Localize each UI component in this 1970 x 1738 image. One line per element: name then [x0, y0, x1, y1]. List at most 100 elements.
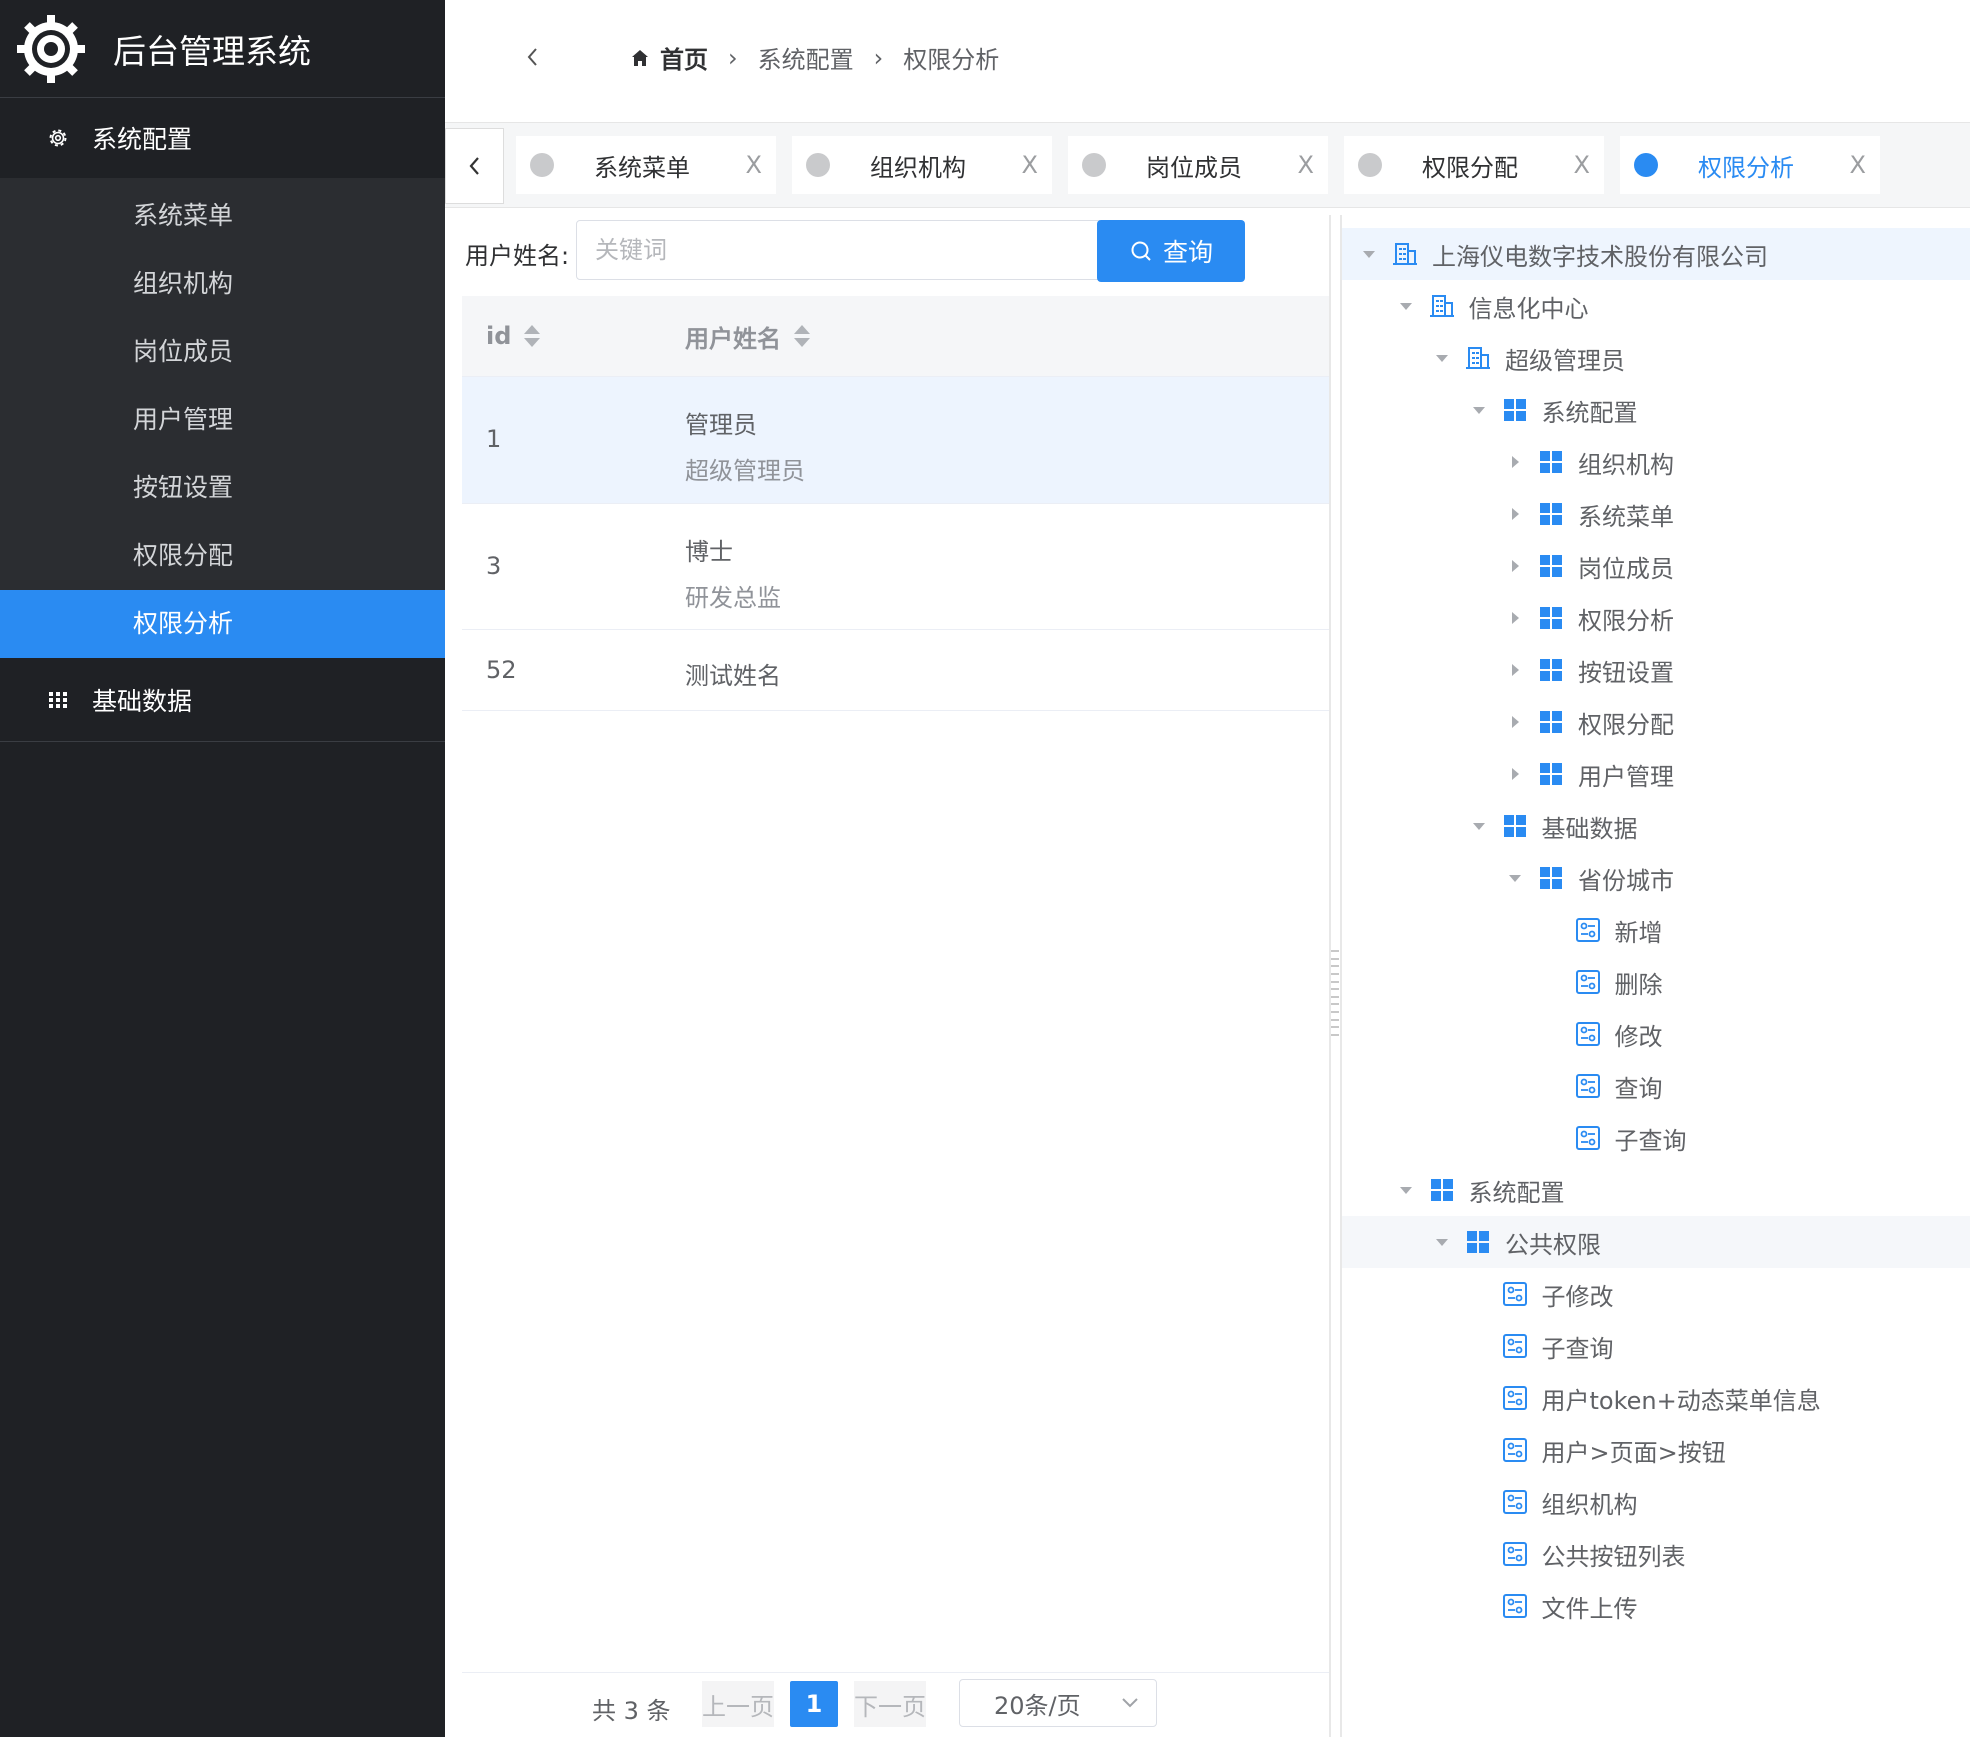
tree-node[interactable]: 信息化中心 — [1342, 280, 1970, 332]
sidebar-item-permission-analysis[interactable]: 权限分析 — [0, 590, 445, 658]
tab-close-icon[interactable]: X — [1574, 151, 1590, 179]
tree-node[interactable]: 公共权限 — [1342, 1216, 1970, 1268]
tree-node[interactable]: 系统菜单 — [1342, 488, 1970, 540]
caret-right-icon[interactable] — [1508, 663, 1522, 677]
caret-down-icon[interactable] — [1399, 1183, 1413, 1197]
tab-organization[interactable]: 组织机构 X — [792, 136, 1052, 194]
sidebar-item-users[interactable]: 用户管理 — [0, 386, 445, 454]
tree-node[interactable]: 系统配置 — [1342, 1164, 1970, 1216]
tab-positions[interactable]: 岗位成员 X — [1068, 136, 1328, 194]
menu-group-label: 基础数据 — [92, 687, 193, 716]
tree-node[interactable]: 超级管理员 — [1342, 332, 1970, 384]
tree-node[interactable]: 系统配置 — [1342, 384, 1970, 436]
caret-down-icon[interactable] — [1435, 1235, 1449, 1249]
table-row[interactable]: 1 管理员 超级管理员 — [462, 377, 1330, 504]
tree-node[interactable]: 新增 — [1342, 904, 1970, 956]
tab-close-icon[interactable]: X — [1850, 151, 1866, 179]
tree-node[interactable]: 删除 — [1342, 956, 1970, 1008]
caret-down-icon[interactable] — [1399, 299, 1413, 313]
tab-label: 组织机构 — [870, 153, 966, 182]
breadcrumb-home[interactable]: 首页 — [660, 40, 708, 75]
tree-node[interactable]: 岗位成员 — [1342, 540, 1970, 592]
tree-node[interactable]: 组织机构 — [1342, 436, 1970, 488]
menu-group-base-data[interactable]: 基础数据 — [0, 658, 445, 742]
grid-icon — [1467, 1231, 1489, 1253]
tree-node[interactable]: 基础数据 — [1342, 800, 1970, 852]
page-size-value: 20条/页 — [994, 1691, 1081, 1720]
caret-right-icon[interactable] — [1508, 611, 1522, 625]
resize-handle[interactable] — [1330, 950, 1340, 1036]
tab-close-icon[interactable]: X — [1298, 151, 1314, 179]
chevron-left-icon[interactable] — [525, 45, 541, 69]
tab-permission-assign[interactable]: 权限分配 X — [1344, 136, 1604, 194]
tree-node-label: 组织机构 — [1578, 450, 1674, 479]
pagination-page-1[interactable]: 1 — [790, 1681, 838, 1727]
gear-icon — [49, 129, 67, 147]
tree-node-label: 权限分配 — [1578, 710, 1674, 739]
tab-close-icon[interactable]: X — [746, 151, 762, 179]
sort-icon[interactable] — [523, 323, 541, 349]
caret-right-icon[interactable] — [1508, 559, 1522, 573]
tree-node[interactable]: 文件上传 — [1342, 1580, 1970, 1632]
tree-node-label: 信息化中心 — [1468, 294, 1589, 323]
tree-node-label: 查询 — [1614, 1074, 1663, 1103]
tab-close-icon[interactable]: X — [1022, 151, 1038, 179]
tree-node-label: 按钮设置 — [1578, 658, 1674, 687]
table-row[interactable]: 3 博士 研发总监 — [462, 504, 1330, 630]
sidebar-item-permission-assign[interactable]: 权限分配 — [0, 522, 445, 590]
pagination-prev-button[interactable]: 上一页 — [702, 1681, 774, 1727]
tree-node[interactable]: 省份城市 — [1342, 852, 1970, 904]
sidebar-item-system-menu[interactable]: 系统菜单 — [0, 182, 445, 250]
caret-down-icon[interactable] — [1508, 871, 1522, 885]
caret-right-icon[interactable] — [1508, 455, 1522, 469]
button-icon — [1575, 970, 1600, 994]
button-icon — [1502, 1282, 1527, 1306]
column-header-username[interactable]: 用户姓名 — [685, 319, 811, 354]
grid-icon — [1540, 503, 1562, 525]
search-button[interactable]: 查询 — [1097, 220, 1245, 282]
breadcrumb-separator: › — [873, 43, 884, 72]
page-size-select[interactable]: 20条/页 — [959, 1679, 1157, 1727]
tree-node[interactable]: 子修改 — [1342, 1268, 1970, 1320]
sort-icon[interactable] — [793, 323, 811, 349]
tree-node[interactable]: 公共按钮列表 — [1342, 1528, 1970, 1580]
tree-node[interactable]: 子查询 — [1342, 1320, 1970, 1372]
tree-node[interactable]: 子查询 — [1342, 1112, 1970, 1164]
tab-permission-analysis[interactable]: 权限分析 X — [1620, 136, 1880, 194]
breadcrumb: 首页 › 系统配置 › 权限分析 — [630, 40, 999, 75]
caret-down-icon[interactable] — [1435, 351, 1449, 365]
home-icon — [632, 49, 648, 66]
building-icon — [1429, 295, 1454, 317]
caret-right-icon[interactable] — [1508, 715, 1522, 729]
sidebar-item-organization[interactable]: 组织机构 — [0, 250, 445, 318]
tree-node[interactable]: 组织机构 — [1342, 1476, 1970, 1528]
building-icon — [1393, 243, 1417, 265]
caret-down-icon[interactable] — [1362, 247, 1376, 261]
caret-down-icon[interactable] — [1472, 403, 1486, 417]
tree-node[interactable]: 权限分析 — [1342, 592, 1970, 644]
cell-role: 超级管理员 — [685, 457, 805, 485]
tabs-scroll-left-button[interactable] — [445, 128, 504, 204]
sidebar: 后台管理系统 系统配置 系统菜单 组织机构 岗位成员 用户管理 按钮设置 权限分… — [0, 0, 445, 1737]
tree-node[interactable]: 用户token+动态菜单信息 — [1342, 1372, 1970, 1424]
tree-node[interactable]: 用户管理 — [1342, 748, 1970, 800]
pagination-next-button[interactable]: 下一页 — [854, 1681, 926, 1727]
tab-system-menu[interactable]: 系统菜单 X — [516, 136, 776, 194]
caret-down-icon[interactable] — [1472, 819, 1486, 833]
tree-node[interactable]: 用户>页面>按钮 — [1342, 1424, 1970, 1476]
table-row[interactable]: 52 测试姓名 — [462, 630, 1330, 711]
tab-status-dot — [530, 153, 554, 177]
sidebar-item-buttons[interactable]: 按钮设置 — [0, 454, 445, 522]
tab-status-dot — [1634, 153, 1658, 177]
tree-node[interactable]: 权限分配 — [1342, 696, 1970, 748]
tree-node[interactable]: 按钮设置 — [1342, 644, 1970, 696]
tree-node[interactable]: 上海仪电数字技术股份有限公司 — [1342, 228, 1970, 280]
sidebar-item-positions[interactable]: 岗位成员 — [0, 318, 445, 386]
search-input[interactable] — [576, 220, 1108, 280]
tree-node[interactable]: 查询 — [1342, 1060, 1970, 1112]
caret-right-icon[interactable] — [1508, 767, 1522, 781]
caret-right-icon[interactable] — [1508, 507, 1522, 521]
column-header-id[interactable]: id — [486, 322, 541, 350]
menu-group-system-config[interactable]: 系统配置 — [0, 98, 445, 178]
tree-node[interactable]: 修改 — [1342, 1008, 1970, 1060]
